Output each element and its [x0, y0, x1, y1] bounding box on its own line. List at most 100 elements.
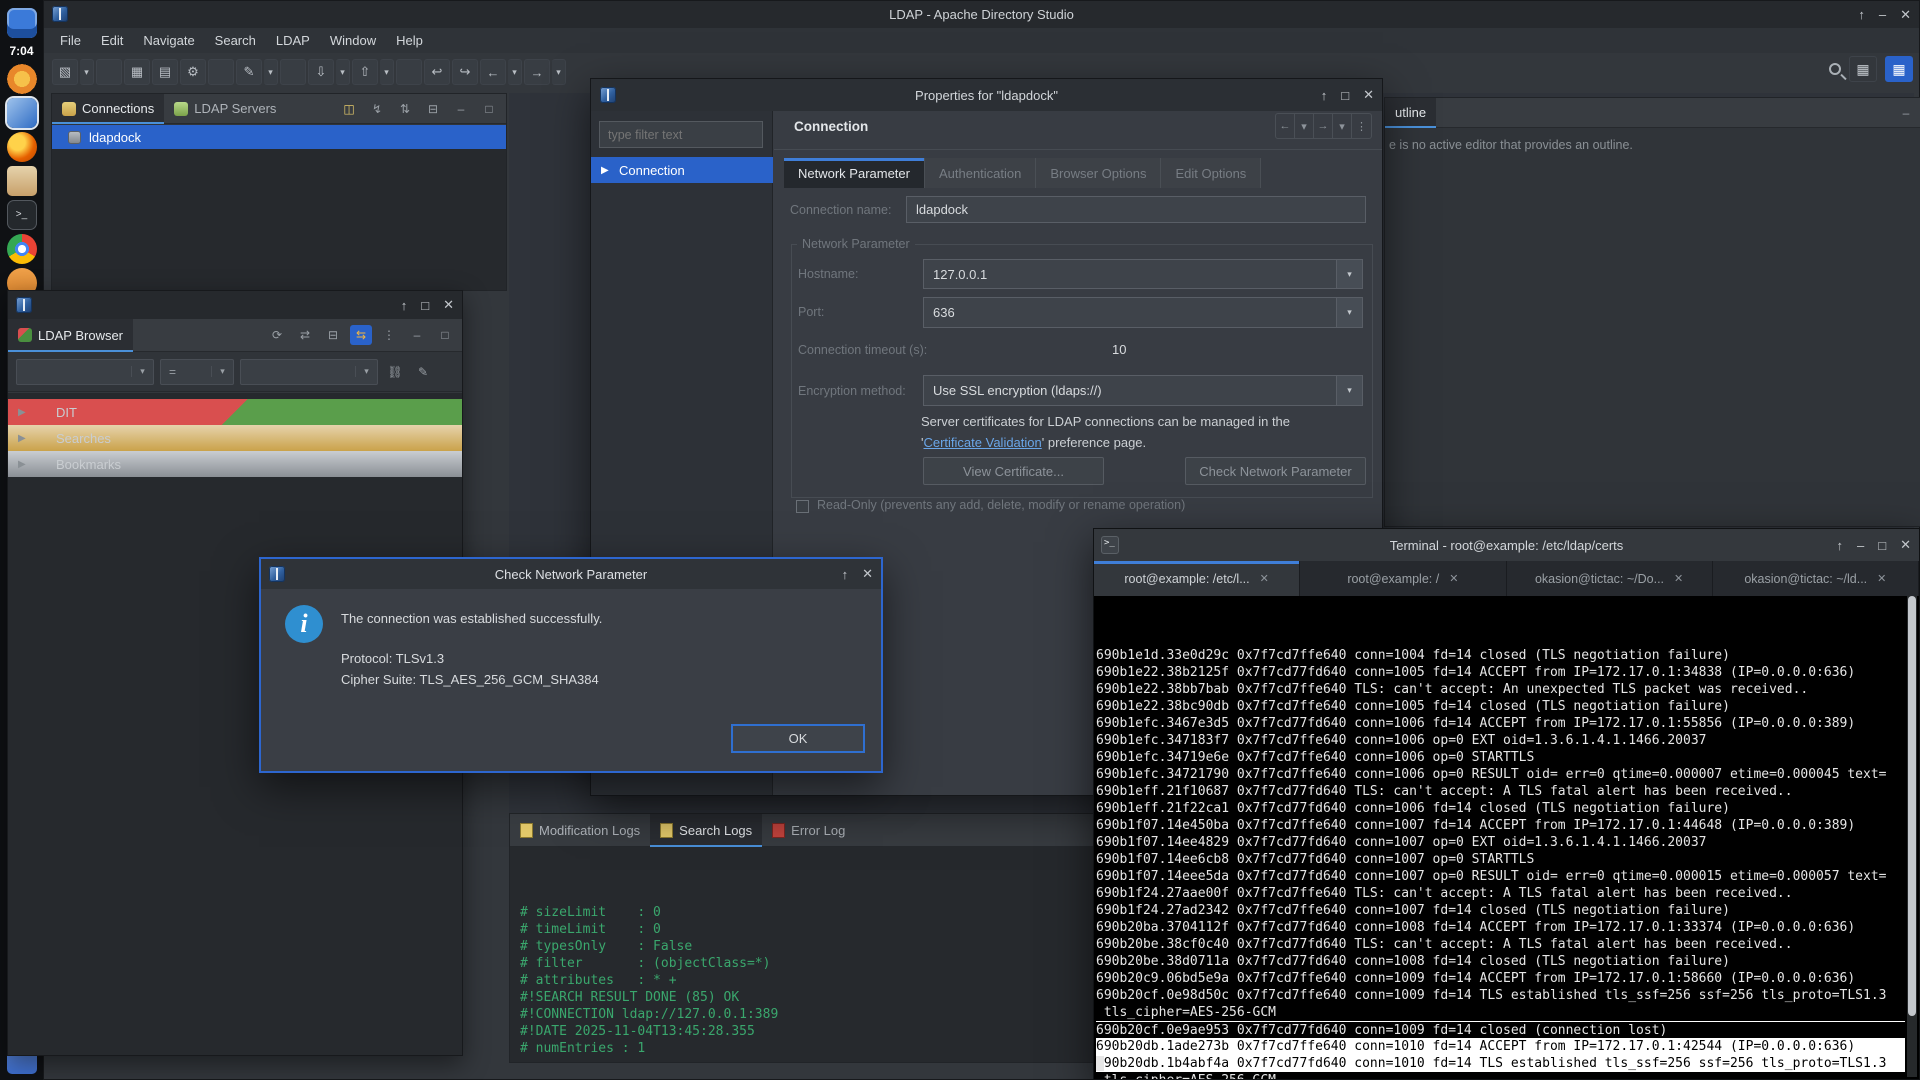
maximize-view-icon[interactable]: □: [434, 325, 456, 345]
view-menu-icon[interactable]: ⋮: [1352, 114, 1371, 138]
connection-name-field[interactable]: ldapdock: [906, 196, 1366, 223]
chevron-down-icon[interactable]: ▾: [1336, 298, 1362, 327]
ldap-browser-titlebar[interactable]: ↑ □ ✕: [8, 291, 462, 319]
read-only-checkbox[interactable]: [796, 500, 809, 513]
filter-input[interactable]: [599, 121, 763, 148]
toolbar-button[interactable]: ↩: [424, 59, 450, 85]
shade-window-icon[interactable]: ↑: [1837, 538, 1844, 553]
quick-search-run-icon[interactable]: ⛓: [384, 362, 406, 382]
minimize-view-icon[interactable]: –: [406, 325, 428, 345]
terminal-tab[interactable]: root@example: / ✕: [1300, 561, 1506, 596]
settings-sun-icon[interactable]: [7, 64, 37, 94]
tab-outline[interactable]: utline: [1385, 98, 1436, 127]
forward-dropdown-icon[interactable]: ▾: [1333, 114, 1352, 138]
terminal-titlebar[interactable]: >_ Terminal - root@example: /etc/ldap/ce…: [1094, 529, 1919, 561]
sidebar-item-connection[interactable]: ▶ Connection: [591, 157, 773, 183]
chevron-down-icon[interactable]: ▾: [1336, 376, 1362, 405]
terminal-tab[interactable]: okasion@tictac: ~/Do... ✕: [1507, 561, 1713, 596]
toolbar-button[interactable]: ▾: [380, 59, 394, 85]
expand-arrow-icon[interactable]: ▶: [18, 459, 28, 470]
shade-window-icon[interactable]: ↑: [1858, 7, 1865, 22]
minimize-view-icon[interactable]: –: [1895, 103, 1917, 123]
window-switcher-icon[interactable]: [7, 8, 37, 38]
check-network-parameter-button[interactable]: Check Network Parameter: [1185, 457, 1366, 485]
tab-search-logs[interactable]: Search Logs: [650, 814, 762, 846]
tree-item[interactable]: ▶ Searches: [8, 425, 462, 451]
tab-error-log[interactable]: Error Log: [762, 814, 855, 846]
toolbar-button[interactable]: ⇧: [352, 59, 378, 85]
menu-item[interactable]: Navigate: [133, 30, 204, 51]
certificate-validation-link[interactable]: Certificate Validation: [923, 435, 1041, 450]
tab-authentication[interactable]: Authentication: [925, 158, 1036, 188]
encryption-method-combo[interactable]: Use SSL encryption (ldaps://) ▾: [923, 375, 1363, 406]
disconnect-icon[interactable]: ⇅: [394, 99, 416, 119]
expand-arrow-icon[interactable]: ▶: [18, 433, 28, 444]
connect-icon[interactable]: ↯: [366, 99, 388, 119]
link-with-editor-icon[interactable]: ⇆: [350, 325, 372, 345]
toolbar-button[interactable]: ▾: [508, 59, 522, 85]
port-combo[interactable]: 636 ▾: [923, 297, 1363, 328]
check-dialog-titlebar[interactable]: Check Network Parameter ↑ ✕: [261, 559, 881, 589]
expand-arrow-icon[interactable]: ▶: [18, 407, 28, 418]
tab-edit-options[interactable]: Edit Options: [1161, 158, 1261, 188]
terminal-launcher-icon[interactable]: >_: [7, 200, 37, 230]
close-window-icon[interactable]: ✕: [862, 566, 873, 582]
tree-item[interactable]: ▶ DIT: [8, 399, 462, 425]
toolbar-button[interactable]: [280, 59, 306, 85]
maximize-view-icon[interactable]: □: [478, 99, 500, 119]
ldap-perspective-button[interactable]: ▦: [1885, 56, 1913, 82]
main-window-titlebar[interactable]: LDAP - Apache Directory Studio ↑ – ✕: [44, 1, 1919, 28]
file-manager-icon[interactable]: [7, 166, 37, 196]
tab-browser-options[interactable]: Browser Options: [1036, 158, 1161, 188]
terminal-tab[interactable]: okasion@tictac: ~/ld... ✕: [1713, 561, 1919, 596]
menu-item[interactable]: LDAP: [266, 30, 320, 51]
menu-item[interactable]: Help: [386, 30, 433, 51]
terminal-tab[interactable]: root@example: /etc/l... ✕: [1094, 561, 1300, 596]
close-window-icon[interactable]: ✕: [1900, 537, 1911, 553]
directory-studio-app-icon[interactable]: [7, 98, 37, 128]
search-icon[interactable]: [1829, 63, 1841, 75]
toolbar-button[interactable]: ↪: [452, 59, 478, 85]
ok-button[interactable]: OK: [731, 724, 865, 753]
menu-item[interactable]: Edit: [91, 30, 133, 51]
collapse-all-icon[interactable]: ⊟: [422, 99, 444, 119]
tab-ldap-browser[interactable]: LDAP Browser: [8, 319, 133, 351]
toolbar-button[interactable]: ←: [480, 59, 506, 85]
chevron-down-icon[interactable]: ▾: [1336, 260, 1362, 288]
close-tab-icon[interactable]: ✕: [1877, 572, 1886, 585]
toolbar-button[interactable]: ▾: [264, 59, 278, 85]
close-window-icon[interactable]: ✕: [1363, 87, 1374, 103]
close-tab-icon[interactable]: ✕: [1449, 572, 1458, 585]
quick-search-operator-select[interactable]: = ▾: [160, 359, 234, 385]
collapse-all-icon[interactable]: ⊟: [322, 325, 344, 345]
swap-icon[interactable]: ⇄: [294, 325, 316, 345]
toolbar-button[interactable]: →: [524, 59, 550, 85]
back-dropdown-icon[interactable]: ▾: [1295, 114, 1314, 138]
forward-icon[interactable]: →: [1314, 114, 1333, 138]
tree-item[interactable]: ▶ Bookmarks: [8, 451, 462, 477]
toolbar-button[interactable]: [96, 59, 122, 85]
maximize-window-icon[interactable]: □: [1878, 538, 1886, 553]
toolbar-button[interactable]: ⚙: [180, 59, 206, 85]
properties-dialog-titlebar[interactable]: Properties for "ldapdock" ↑ □ ✕: [591, 79, 1382, 111]
close-window-icon[interactable]: ✕: [443, 297, 454, 313]
menu-item[interactable]: Window: [320, 30, 386, 51]
toolbar-button[interactable]: ▾: [552, 59, 566, 85]
view-certificate-button[interactable]: View Certificate...: [923, 457, 1104, 485]
view-menu-icon[interactable]: ⋮: [378, 325, 400, 345]
menu-item[interactable]: Search: [205, 30, 266, 51]
hostname-combo[interactable]: 127.0.0.1 ▾: [923, 259, 1363, 289]
toolbar-button[interactable]: ▧: [52, 59, 78, 85]
toolbar-button[interactable]: ▾: [80, 59, 94, 85]
refresh-icon[interactable]: ⟳: [266, 325, 288, 345]
shade-window-icon[interactable]: ↑: [401, 298, 408, 313]
chrome-icon[interactable]: [7, 234, 37, 264]
shade-window-icon[interactable]: ↑: [842, 567, 849, 582]
toolbar-button[interactable]: ⇩: [308, 59, 334, 85]
maximize-window-icon[interactable]: □: [421, 298, 429, 313]
minimize-window-icon[interactable]: –: [1879, 7, 1886, 22]
close-tab-icon[interactable]: ✕: [1260, 572, 1269, 585]
shade-window-icon[interactable]: ↑: [1321, 88, 1328, 103]
menu-item[interactable]: File: [50, 30, 91, 51]
toolbar-button[interactable]: ▾: [336, 59, 350, 85]
